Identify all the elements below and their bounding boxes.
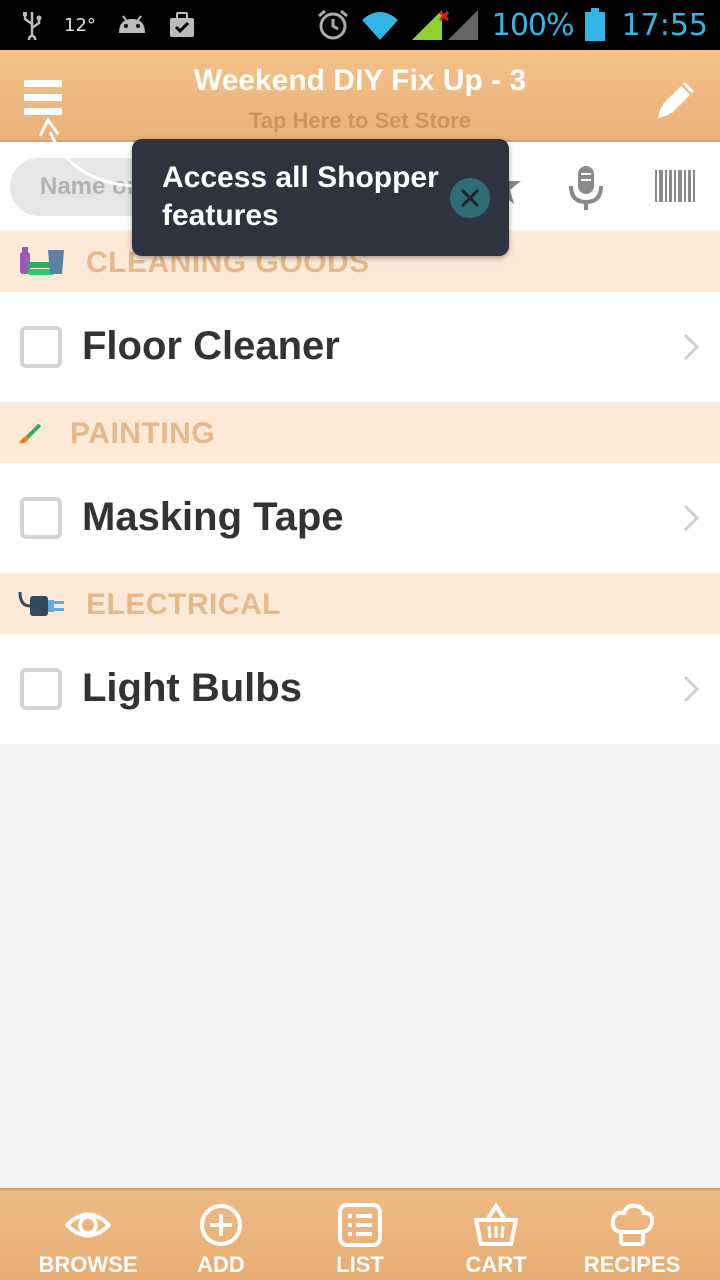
nav-label: BROWSE xyxy=(38,1252,138,1277)
item-checkbox[interactable] xyxy=(20,326,62,368)
empty-list-area xyxy=(0,744,720,1188)
nav-label: ADD xyxy=(197,1252,245,1277)
wifi-icon xyxy=(361,12,398,40)
item-checkbox[interactable] xyxy=(20,668,62,710)
item-name: Light Bulbs xyxy=(82,666,302,710)
briefcase-check-icon xyxy=(169,12,194,37)
chef-hat-icon xyxy=(610,1203,655,1246)
category-header-painting: PAINTING xyxy=(0,403,720,463)
nav-label: RECIPES xyxy=(583,1252,681,1277)
nav-browse[interactable]: BROWSE xyxy=(18,1190,158,1280)
nav-recipes[interactable]: RECIPES xyxy=(562,1190,702,1280)
clock: 17:55 xyxy=(621,7,708,43)
temperature-text: 12° xyxy=(64,14,96,36)
battery-percent: 100% xyxy=(491,7,575,43)
eye-icon xyxy=(65,1212,111,1238)
item-name: Masking Tape xyxy=(82,495,344,539)
microphone-icon[interactable] xyxy=(566,164,606,212)
list-icon xyxy=(338,1203,382,1247)
nav-add[interactable]: ADD xyxy=(151,1190,291,1280)
curved-arrow-icon xyxy=(38,117,135,188)
list-item[interactable]: Floor Cleaner xyxy=(0,292,720,402)
bottom-navigation: BROWSE ADD LIST CART RECIPES xyxy=(0,1188,720,1280)
add-circle-icon xyxy=(200,1204,242,1246)
category-label: ELECTRICAL xyxy=(86,588,281,621)
nav-label: CART xyxy=(465,1252,527,1277)
pencil-icon[interactable] xyxy=(652,74,702,124)
nav-label: LIST xyxy=(336,1252,384,1277)
chevron-right-icon xyxy=(683,333,700,361)
paintbrush-icon xyxy=(19,423,42,444)
barcode-icon[interactable] xyxy=(654,168,698,204)
close-icon[interactable] xyxy=(450,178,490,218)
signal-icon xyxy=(411,10,478,40)
item-name: Floor Cleaner xyxy=(82,324,340,368)
tooltip-text: Access all Shopper features xyxy=(162,161,439,232)
category-label: PAINTING xyxy=(70,417,216,450)
basket-icon xyxy=(473,1202,519,1246)
nav-cart[interactable]: CART xyxy=(426,1190,566,1280)
cleaning-supplies-icon xyxy=(20,247,64,275)
status-bar: 12° 100% 17:55 xyxy=(0,0,720,50)
chevron-right-icon xyxy=(683,675,700,703)
list-title[interactable]: Weekend DIY Fix Up - 3 xyxy=(0,64,720,98)
alarm-icon xyxy=(317,9,348,40)
list-item[interactable]: Masking Tape xyxy=(0,463,720,573)
usb-icon xyxy=(23,12,42,40)
electrical-plug-icon xyxy=(18,591,64,616)
list-item[interactable]: Light Bulbs xyxy=(0,634,720,744)
item-checkbox[interactable] xyxy=(20,497,62,539)
category-header-electrical: ELECTRICAL xyxy=(0,574,720,634)
battery-icon xyxy=(584,8,605,41)
chevron-right-icon xyxy=(683,504,700,532)
android-icon xyxy=(118,15,145,33)
feature-tooltip: Access all Shopper features xyxy=(132,139,509,256)
nav-list[interactable]: LIST xyxy=(290,1190,430,1280)
